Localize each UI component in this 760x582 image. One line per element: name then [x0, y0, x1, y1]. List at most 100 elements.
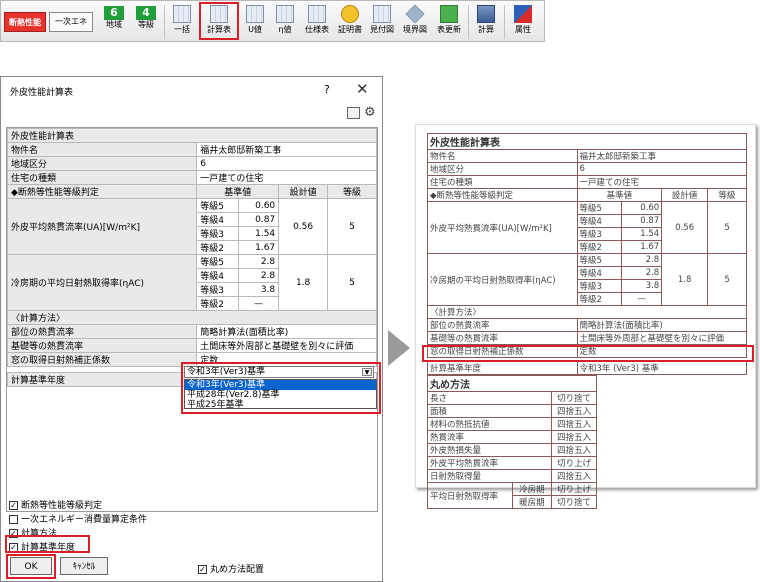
property-label: 物件名 [6, 142, 198, 157]
rounding-value-4: 四捨五入 [551, 430, 597, 444]
eta-value-label: η値 [278, 25, 292, 34]
check-icon: ✓ [9, 501, 18, 510]
calc-sheet-grid: 外皮性能計算表 物件名 福井太郎邸新築工事 地域区分 6 住宅の種類 一戸建ての住宅 … [6, 127, 378, 512]
pv-eta-grade-5: 等級5 [576, 253, 623, 267]
pv-eta-grade-4: 等級4 [576, 266, 623, 280]
u-value-label: U値 [248, 25, 262, 34]
method-value-2[interactable]: 土間床等外周部と基礎壁を別々に評価 [196, 338, 377, 353]
energy-cond-checkbox[interactable]: 一次エネルギー消費量算定条件 [9, 512, 147, 525]
year-checkbox-highlight [5, 535, 90, 553]
pv-eta-label: 冷房期の平均日射熱取得率(ηAC) [427, 253, 578, 306]
pv-ua-grade-2: 等級2 [576, 240, 623, 254]
heat-performance-button[interactable]: 断熱性能 [4, 12, 46, 32]
pv-property-value: 福井太郎邸新築工事 [576, 149, 747, 163]
calc-sheet-highlight [199, 2, 239, 40]
pv-ua-std-4: 0.87 [621, 214, 663, 228]
ua-grade-4: 等級4 [196, 212, 239, 227]
pv-ua-std-5: 0.60 [621, 201, 663, 215]
rounding-value-3: 四捨五入 [551, 417, 597, 431]
main-toolbar: 断熱性能 一次エネ 6 地域 4 等級 一括 計算表 U値 η値 仕様表 証明書… [0, 0, 545, 42]
eta-grade-5: 等級5 [196, 254, 239, 269]
primary-energy-button[interactable]: 一次エネ [49, 12, 93, 32]
pv-house-value: 一戸建ての住宅 [576, 175, 747, 189]
cancel-button[interactable]: ｷｬﾝｾﾙ [60, 557, 108, 575]
eta-std-4: 2.8 [237, 268, 280, 283]
std-value-header: 基準値 [196, 184, 280, 199]
table-update-button[interactable]: 表更新 [433, 1, 465, 35]
rounding-heating-value: 切り捨て [551, 495, 597, 509]
pv-grade-header: ◆断熱等性能等級判定 [427, 188, 578, 202]
pv-method-header: 〈計算方法〉 [427, 305, 747, 319]
pv-year-value: 令和3年 (Ver3) 基準 [576, 361, 747, 375]
region-number: 6 [104, 6, 124, 20]
gear-icon[interactable]: ⚙ [364, 105, 376, 120]
eta-std-3: 3.8 [237, 282, 280, 297]
print-preview: 外皮性能計算表 物件名 福井太郎邸新築工事 地域区分 6 住宅の種類 一戸建ての住宅 … [415, 124, 756, 509]
grade-label: 等級 [138, 20, 154, 29]
pv-method-value-2: 土間床等外周部と基礎壁を別々に評価 [576, 331, 747, 345]
ua-grade-2: 等級2 [196, 240, 239, 255]
rounding-table: 丸め方法 長さ 切り捨て 面積 四捨五入 材料の熱抵抗値 四捨五入 熱貫流率 四捨五入 … [426, 375, 597, 509]
method-value-1[interactable]: 簡略計算法(面積比率) [196, 324, 377, 339]
pv-eta-design: 1.8 [661, 253, 709, 306]
sheet-title: 外皮性能計算表 [7, 128, 377, 143]
ua-std-3: 1.54 [237, 226, 280, 241]
pv-eta-grade-3: 等級3 [576, 279, 623, 293]
region-button[interactable]: 6 地域 [99, 1, 129, 30]
estimate-view-icon [373, 5, 391, 23]
help-button[interactable]: ? [324, 83, 330, 96]
eta-grade: 5 [327, 254, 377, 311]
eta-grade-2: 等級2 [196, 296, 239, 311]
rounding-value-1: 切り捨て [551, 391, 597, 405]
pv-eta-std-4: 2.8 [621, 266, 663, 280]
estimate-view-button[interactable]: 見付図 [367, 1, 397, 35]
boundary-view-label: 境界図 [403, 25, 427, 34]
pv-ua-design: 0.56 [661, 201, 709, 254]
attribute-label: 属性 [515, 25, 531, 34]
certificate-button[interactable]: 証明書 [335, 1, 365, 35]
pv-property-label: 物件名 [427, 149, 578, 163]
method-header: 〈計算方法〉 [7, 310, 377, 325]
estimate-view-label: 見付図 [370, 25, 394, 34]
eta-grade-4: 等級4 [196, 268, 239, 283]
grade-judge-checkbox[interactable]: ✓ 断熱等性能等級判定 [9, 498, 102, 511]
round-layout-checkbox[interactable]: ✓ 丸め方法配置 [198, 562, 264, 575]
ua-design: 0.56 [278, 198, 329, 255]
grade-col-header: 等級 [327, 184, 377, 199]
calculate-label: 計算 [478, 25, 494, 34]
ua-grade: 5 [327, 198, 377, 255]
rounding-title: 丸め方法 [427, 375, 597, 392]
pv-year-label: 計算基準年度 [427, 361, 578, 375]
region-class-label: 地域区分 [6, 156, 198, 171]
region-class-value[interactable]: 6 [196, 156, 377, 171]
region-label: 地域 [106, 20, 122, 29]
certificate-label: 証明書 [338, 25, 362, 34]
bulk-icon [173, 5, 191, 23]
house-type-value[interactable]: 一戸建ての住宅 [196, 170, 377, 185]
pv-ua-grade: 5 [707, 201, 747, 254]
grade-number: 4 [136, 6, 156, 20]
pv-design-header: 設計値 [661, 188, 709, 202]
boundary-view-button[interactable]: 境界図 [399, 1, 431, 35]
bulk-button[interactable]: 一括 [167, 1, 197, 35]
table-update-icon [440, 5, 458, 23]
calculate-button[interactable]: 計算 [471, 1, 501, 35]
ua-std-2: 1.67 [237, 240, 280, 255]
attribute-button[interactable]: 属性 [508, 1, 538, 35]
pv-std-header: 基準値 [576, 188, 663, 202]
save-layout-icon[interactable] [347, 107, 360, 119]
close-icon[interactable]: ✕ [356, 80, 369, 98]
grade-judge-header: ◆断熱等性能等級判定 [6, 184, 198, 199]
house-type-label: 住宅の種類 [6, 170, 198, 185]
eta-value-button[interactable]: η値 [271, 1, 299, 35]
boundary-view-icon [405, 4, 425, 24]
pv-method-value-1: 簡略計算法(面積比率) [576, 318, 747, 332]
grade-button[interactable]: 4 等級 [131, 1, 161, 30]
spec-table-label: 仕様表 [305, 25, 329, 34]
bulk-label: 一括 [174, 25, 190, 34]
property-value[interactable]: 福井太郎邸新築工事 [196, 142, 377, 157]
ua-std-4: 0.87 [237, 212, 280, 227]
u-value-button[interactable]: U値 [241, 1, 269, 35]
pv-eta-std-3: 3.8 [621, 279, 663, 293]
spec-table-button[interactable]: 仕様表 [301, 1, 333, 35]
